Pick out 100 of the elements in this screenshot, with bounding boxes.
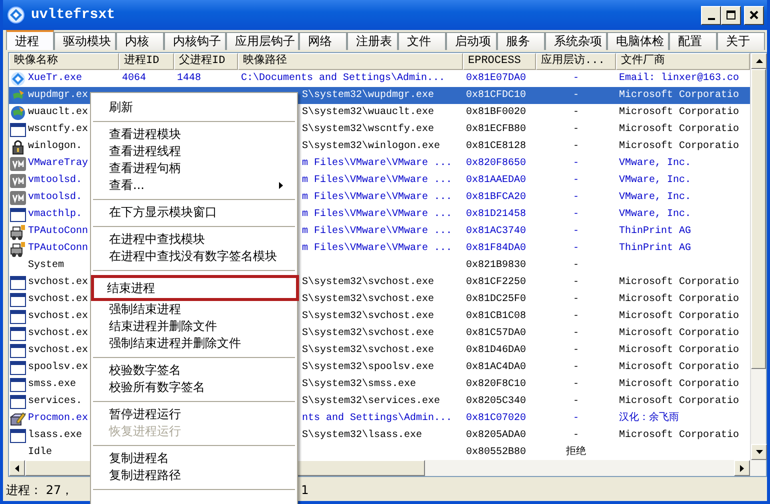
image-path: S\system32\svchost.exe [302, 328, 434, 339]
image-path: m Files\VMware\VMware ... [302, 158, 452, 169]
process-name: XueTr.exe [28, 72, 82, 86]
vendor-name: Microsoft Corporatio [619, 141, 740, 152]
vendor-name: Microsoft Corporatio [619, 345, 740, 356]
vendor-name: Microsoft Corporatio [619, 294, 740, 305]
access-status: - [572, 192, 579, 203]
vendor-name: ThinPrint AG [619, 226, 692, 237]
vendor-name: ThinPrint AG [619, 243, 692, 254]
vendor-name: Microsoft Corporatio [619, 107, 740, 118]
process-count: 进程： 27， [6, 482, 74, 499]
access-status: - [572, 141, 579, 152]
vendor-name: Email: linxer@163.co [619, 73, 740, 84]
image-path: S\system32\smss.exe [302, 379, 416, 390]
process-name: vmtoolsd. [28, 190, 82, 205]
eprocess-address: 0x81BFCA20 [466, 192, 526, 203]
access-status: - [572, 260, 579, 271]
image-path: m Files\VMware\VMware ... [302, 209, 452, 220]
access-status: - [572, 345, 579, 356]
access-status: - [572, 107, 579, 118]
access-status: - [572, 430, 579, 441]
vendor-name: Microsoft Corporatio [619, 328, 740, 339]
process-id: 4064 [122, 73, 146, 84]
image-path: m Files\VMware\VMware ... [302, 243, 452, 254]
access-status: - [572, 362, 579, 373]
process-name: wuauclt.ex [28, 106, 88, 120]
image-path: S\system32\svchost.exe [302, 294, 434, 305]
access-status: - [572, 311, 579, 322]
eprocess-address: 0x81AC3740 [466, 226, 526, 237]
image-path: S\system32\lsass.exe [302, 430, 422, 441]
window-title: uvltefrsxt [31, 7, 116, 23]
access-status: - [572, 209, 579, 220]
access-status: - [572, 277, 579, 288]
process-name: Procmon.ex [28, 412, 88, 426]
access-status: - [572, 396, 579, 407]
access-status: - [572, 328, 579, 339]
process-name: Idle [28, 446, 52, 460]
image-path: S\system32\winlogon.exe [302, 141, 440, 152]
image-path: m Files\VMware\VMware ... [302, 226, 452, 237]
image-path: S\system32\services.exe [302, 396, 440, 407]
vendor-name: Microsoft Corporatio [619, 379, 740, 390]
process-name: smss.exe [28, 378, 76, 392]
eprocess-address: 0x81DC25F0 [466, 294, 526, 305]
process-name: svchost.ex [28, 276, 88, 290]
eprocess-address: 0x81C57DA0 [466, 328, 526, 339]
access-status: - [572, 294, 579, 305]
image-path: C:\Documents and Settings\Admin... [241, 73, 446, 84]
eprocess-address: 0x821B9830 [466, 260, 526, 271]
access-status: - [572, 124, 579, 135]
eprocess-address: 0x820F8C10 [466, 379, 526, 390]
vendor-name: VMware, Inc. [619, 158, 692, 169]
vendor-name: VMware, Inc. [619, 209, 692, 220]
vendor-name: Microsoft Corporatio [619, 124, 740, 135]
eprocess-address: 0x81CE8128 [466, 141, 526, 152]
vendor-name: Microsoft Corporatio [619, 396, 740, 407]
process-name: TPAutoConn [28, 242, 88, 256]
eprocess-address: 0x81ECFB80 [466, 124, 526, 135]
eprocess-address: 0x8205ADA0 [466, 430, 526, 441]
access-status: - [572, 243, 579, 254]
eprocess-address: 0x820F8650 [466, 158, 526, 169]
eprocess-address: 0x81D21458 [466, 209, 526, 220]
image-path: S\system32\wscntfy.exe [302, 124, 434, 135]
vendor-name: VMware, Inc. [619, 192, 692, 203]
vendor-name: VMware, Inc. [619, 175, 692, 186]
access-status: - [572, 379, 579, 390]
process-name: wupdmgr.ex [28, 88, 88, 103]
process-name: lsass.exe [28, 428, 82, 443]
vendor-name: Microsoft Corporatio [619, 362, 740, 373]
eprocess-address: 0x81CB1C08 [466, 311, 526, 322]
vendor-name: 汉化：余飞雨 [619, 413, 679, 424]
eprocess-address: 0x81D46DA0 [466, 345, 526, 356]
vendor-name: Microsoft Corporatio [619, 311, 740, 322]
image-path: S\system32\svchost.exe [302, 311, 434, 322]
vendor-name: Microsoft Corporatio [619, 277, 740, 288]
process-name: wscntfy.ex [28, 122, 88, 137]
image-path: S\system32\svchost.exe [302, 345, 434, 356]
eprocess-address: 0x81BF0020 [466, 107, 526, 118]
access-status: - [572, 90, 579, 101]
eprocess-address: 0x81AAEDA0 [466, 175, 526, 186]
image-path: S\system32\wuauclt.exe [302, 107, 434, 118]
image-path: S\system32\spoolsv.exe [302, 362, 434, 373]
process-name: TPAutoConn [28, 225, 88, 239]
process-name: svchost.ex [28, 292, 88, 307]
eprocess-address: 0x81CFDC10 [466, 90, 526, 101]
process-name: winlogon. [28, 140, 82, 154]
access-status: 拒绝 [566, 447, 586, 458]
process-name: svchost.ex [28, 326, 88, 341]
image-path: nts and Settings\Admin... [302, 413, 452, 424]
process-name: svchost.ex [28, 344, 88, 358]
status-text: 1 [301, 482, 309, 499]
eprocess-address: 0x8205C340 [466, 396, 526, 407]
image-path: m Files\VMware\VMware ... [302, 175, 452, 186]
eprocess-address: 0x81C07020 [466, 413, 526, 424]
process-name: services. [28, 394, 82, 409]
access-status: - [572, 73, 579, 84]
eprocess-address: 0x80552B80 [466, 447, 526, 458]
vendor-name: Microsoft Corporatio [619, 90, 740, 101]
access-status: - [572, 158, 579, 169]
eprocess-address: 0x81E07DA0 [466, 73, 526, 84]
vendor-name: Microsoft Corporatio [619, 430, 740, 441]
